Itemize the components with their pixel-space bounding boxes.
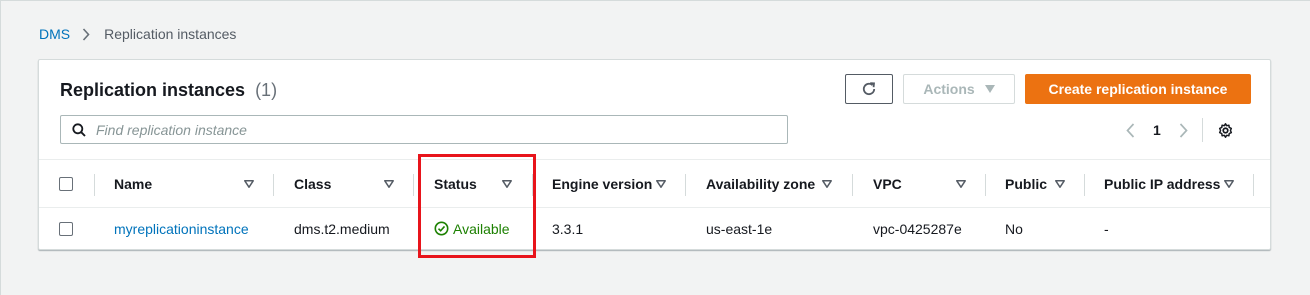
search-input[interactable] [94, 120, 774, 139]
sort-caret-icon[interactable] [384, 180, 394, 188]
column-header-name[interactable]: Name [114, 160, 152, 207]
chevron-right-icon[interactable] [1179, 122, 1188, 138]
cell-public-ip: - [1104, 220, 1109, 237]
chevron-left-icon[interactable] [1126, 122, 1135, 138]
sort-caret-icon[interactable] [244, 180, 254, 188]
instance-name-link[interactable]: myreplicationinstance [114, 221, 249, 237]
row-checkbox[interactable] [59, 221, 73, 236]
sort-caret-icon[interactable] [822, 180, 832, 188]
column-header-availability-zone[interactable]: Availability zone [706, 160, 815, 207]
refresh-icon [861, 81, 877, 97]
column-divider [532, 174, 533, 196]
create-replication-instance-button[interactable]: Create replication instance [1025, 74, 1251, 104]
cell-engine-version: 3.3.1 [552, 220, 584, 237]
cell-availability-zone: us-east-1e [706, 220, 773, 237]
cell-name: myreplicationinstance [114, 208, 249, 249]
refresh-button[interactable] [845, 74, 893, 104]
sort-caret-icon[interactable] [1055, 180, 1065, 188]
row-select-cell [59, 208, 73, 249]
breadcrumb: DMS Replication instances [39, 26, 236, 42]
pager-divider [1201, 118, 1203, 142]
column-header-public[interactable]: Public [1005, 160, 1047, 207]
actions-dropdown-button[interactable]: Actions [903, 74, 1015, 104]
cell-vpc: vpc-0425287e [873, 220, 962, 237]
panel-count: (1) [255, 80, 278, 100]
column-divider [1084, 174, 1085, 196]
sort-caret-icon[interactable] [1224, 180, 1234, 188]
replication-instances-panel: Replication instances (1) Actions Create… [38, 59, 1271, 250]
actions-label: Actions [923, 81, 975, 97]
select-all-checkbox[interactable] [59, 176, 73, 191]
column-divider [685, 174, 686, 196]
column-header-class[interactable]: Class [294, 160, 331, 207]
sort-caret-icon[interactable] [656, 180, 666, 188]
chevron-right-icon [82, 27, 90, 41]
sort-caret-icon[interactable] [502, 180, 512, 188]
gear-icon[interactable] [1217, 122, 1234, 139]
table-header: Name Class Status Engine version Availab… [39, 159, 1270, 208]
column-header-public-ip-address[interactable]: Public IP address [1104, 160, 1220, 207]
select-all-cell [59, 160, 73, 207]
instances-table: Name Class Status Engine version Availab… [39, 159, 1270, 249]
column-divider [94, 174, 95, 196]
pagination: 1 [1126, 118, 1234, 142]
breadcrumb-dms-link[interactable]: DMS [39, 26, 70, 42]
check-circle-icon [434, 221, 449, 236]
column-header-vpc[interactable]: VPC [873, 160, 902, 207]
column-header-status[interactable]: Status [434, 160, 477, 207]
search-icon [72, 122, 86, 137]
column-header-engine-version[interactable]: Engine version [552, 160, 652, 207]
breadcrumb-current: Replication instances [104, 26, 237, 42]
table-row[interactable]: myreplicationinstance dms.t2.medium Avai… [39, 208, 1270, 249]
caret-down-icon [984, 85, 995, 93]
page-number[interactable]: 1 [1153, 122, 1161, 138]
column-divider [413, 174, 414, 196]
column-divider [852, 174, 853, 196]
search-field[interactable] [60, 115, 788, 144]
sort-caret-icon[interactable] [956, 180, 966, 188]
cell-status: Available [434, 208, 510, 249]
status-badge: Available [434, 221, 510, 237]
column-divider [273, 174, 274, 196]
status-text: Available [453, 220, 510, 237]
column-divider [985, 174, 986, 196]
panel-header: Replication instances (1) [60, 80, 277, 101]
cell-class: dms.t2.medium [294, 220, 390, 237]
cell-public: No [1005, 220, 1023, 237]
column-divider [1253, 174, 1254, 196]
panel-title: Replication instances [60, 80, 246, 100]
